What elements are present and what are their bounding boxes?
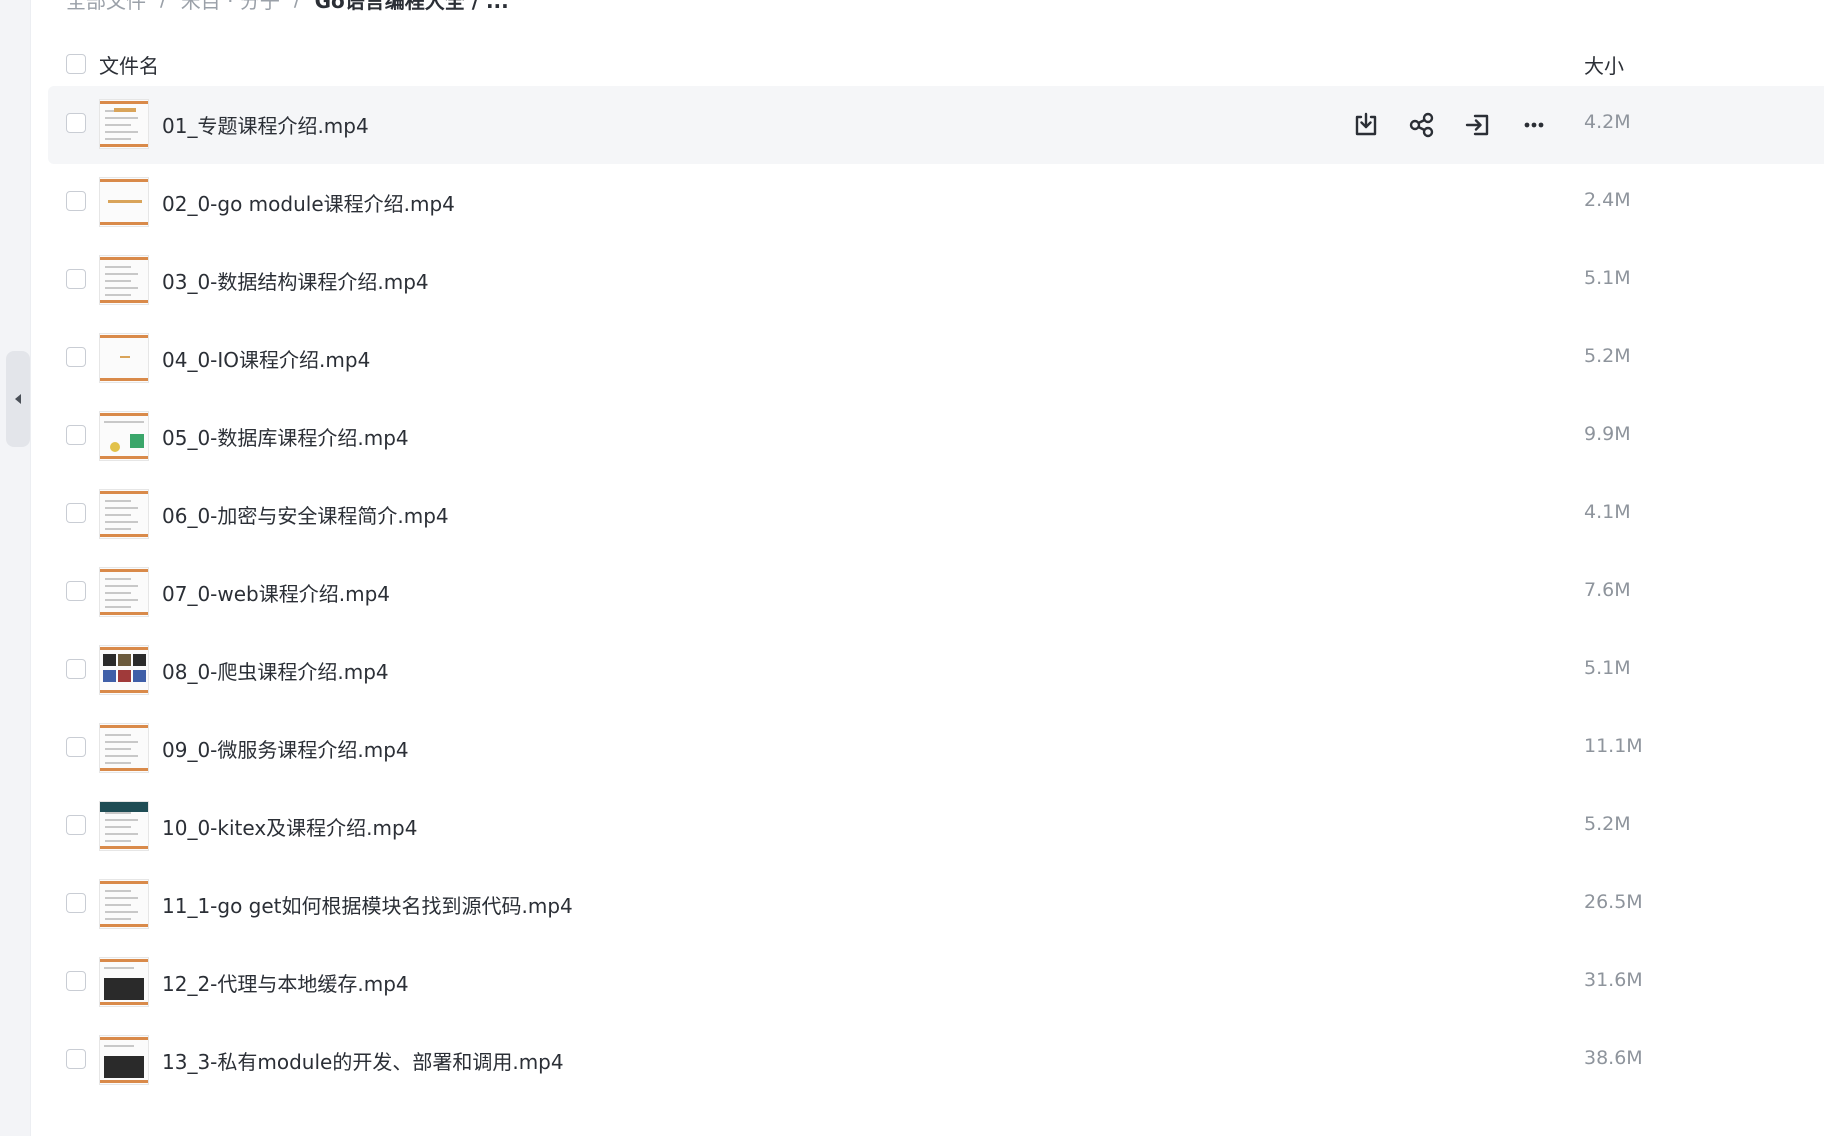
video-thumbnail[interactable]	[99, 411, 149, 461]
file-size: 5.1M	[1584, 657, 1631, 679]
column-header-size[interactable]: 大小	[1584, 50, 1624, 79]
file-row-checkbox[interactable]	[66, 581, 86, 601]
file-size: 31.6M	[1584, 969, 1643, 991]
breadcrumb: 全部文件 / 宋目 · 分子 / Go语言编程大全 / ...	[66, 0, 509, 14]
move-button[interactable]	[1460, 107, 1496, 143]
file-name[interactable]: 06_0-加密与安全课程简介.mp4	[162, 500, 449, 529]
file-row[interactable]: 10_0-kitex及课程介绍.mp4 5.2M	[48, 788, 1824, 866]
file-name[interactable]: 13_3-私有module的开发、部署和调用.mp4	[162, 1046, 564, 1075]
file-row-checkbox[interactable]	[66, 893, 86, 913]
file-size: 5.2M	[1584, 813, 1631, 835]
file-row-checkbox[interactable]	[66, 659, 86, 679]
file-row[interactable]: 06_0-加密与安全课程简介.mp4 4.1M	[48, 476, 1824, 554]
row-actions	[1348, 106, 1552, 144]
file-row[interactable]: 05_0-数据库课程介绍.mp4 9.9M	[48, 398, 1824, 476]
file-row-checkbox[interactable]	[66, 347, 86, 367]
file-row-checkbox[interactable]	[66, 113, 86, 133]
file-name[interactable]: 03_0-数据结构课程介绍.mp4	[162, 266, 429, 295]
caret-left-icon	[15, 394, 21, 404]
video-thumbnail[interactable]	[99, 723, 149, 773]
video-thumbnail[interactable]	[99, 99, 149, 149]
file-row-checkbox[interactable]	[66, 737, 86, 757]
file-name[interactable]: 02_0-go module课程介绍.mp4	[162, 188, 455, 217]
file-size: 7.6M	[1584, 579, 1631, 601]
video-thumbnail[interactable]	[99, 957, 149, 1007]
file-size: 38.6M	[1584, 1047, 1643, 1069]
video-thumbnail[interactable]	[99, 489, 149, 539]
video-thumbnail[interactable]	[99, 879, 149, 929]
file-name[interactable]: 04_0-IO课程介绍.mp4	[162, 344, 370, 373]
download-button[interactable]	[1348, 107, 1384, 143]
file-row[interactable]: 12_2-代理与本地缓存.mp4 31.6M	[48, 944, 1824, 1022]
file-row[interactable]: 04_0-IO课程介绍.mp4 5.2M	[48, 320, 1824, 398]
file-name[interactable]: 12_2-代理与本地缓存.mp4	[162, 968, 409, 997]
breadcrumb-item-root[interactable]: 全部文件	[66, 0, 146, 14]
file-size: 4.1M	[1584, 501, 1631, 523]
file-list-header: 文件名 大小	[48, 38, 1824, 88]
file-size: 11.1M	[1584, 735, 1643, 757]
file-row-checkbox[interactable]	[66, 971, 86, 991]
video-thumbnail[interactable]	[99, 177, 149, 227]
file-row[interactable]: 08_0-爬虫课程介绍.mp4 5.1M	[48, 632, 1824, 710]
file-row-checkbox[interactable]	[66, 1049, 86, 1069]
file-row[interactable]: 02_0-go module课程介绍.mp4 2.4M	[48, 164, 1824, 242]
video-thumbnail[interactable]	[99, 567, 149, 617]
more-button[interactable]	[1516, 107, 1552, 143]
file-size: 4.2M	[1584, 111, 1631, 133]
file-size: 5.2M	[1584, 345, 1631, 367]
column-header-name[interactable]: 文件名	[99, 50, 159, 79]
sidebar-collapse-handle[interactable]	[6, 351, 30, 447]
breadcrumb-separator: /	[160, 0, 167, 11]
video-thumbnail[interactable]	[99, 333, 149, 383]
move-icon	[1464, 111, 1492, 139]
file-row[interactable]: 13_3-私有module的开发、部署和调用.mp4 38.6M	[48, 1022, 1824, 1100]
more-icon	[1520, 111, 1548, 139]
file-name[interactable]: 07_0-web课程介绍.mp4	[162, 578, 390, 607]
breadcrumb-item-current: Go语言编程大全 / ...	[314, 0, 509, 13]
file-row[interactable]: 11_1-go get如何根据模块名找到源代码.mp4 26.5M	[48, 866, 1824, 944]
breadcrumb-item-parent[interactable]: 宋目 · 分子	[181, 0, 280, 14]
file-row[interactable]: 01_专题课程介绍.mp4 4.2M	[48, 86, 1824, 164]
file-list: 01_专题课程介绍.mp4 4.2M 02_0-go module课程介绍.mp4 2…	[48, 86, 1824, 1100]
file-size: 26.5M	[1584, 891, 1643, 913]
file-name[interactable]: 08_0-爬虫课程介绍.mp4	[162, 656, 389, 685]
breadcrumb-separator: /	[294, 0, 301, 11]
left-rail	[0, 0, 31, 1136]
file-name[interactable]: 10_0-kitex及课程介绍.mp4	[162, 812, 417, 841]
video-thumbnail[interactable]	[99, 255, 149, 305]
file-size: 2.4M	[1584, 189, 1631, 211]
file-size: 5.1M	[1584, 267, 1631, 289]
share-icon	[1408, 111, 1436, 139]
file-size: 9.9M	[1584, 423, 1631, 445]
file-row[interactable]: 03_0-数据结构课程介绍.mp4 5.1M	[48, 242, 1824, 320]
video-thumbnail[interactable]	[99, 1035, 149, 1085]
video-thumbnail[interactable]	[99, 801, 149, 851]
file-row-checkbox[interactable]	[66, 269, 86, 289]
file-row[interactable]: 07_0-web课程介绍.mp4 7.6M	[48, 554, 1824, 632]
share-button[interactable]	[1404, 107, 1440, 143]
file-name[interactable]: 11_1-go get如何根据模块名找到源代码.mp4	[162, 890, 573, 919]
file-row[interactable]: 09_0-微服务课程介绍.mp4 11.1M	[48, 710, 1824, 788]
select-all-checkbox[interactable]	[66, 54, 86, 74]
file-name[interactable]: 09_0-微服务课程介绍.mp4	[162, 734, 409, 763]
file-name[interactable]: 05_0-数据库课程介绍.mp4	[162, 422, 409, 451]
video-thumbnail[interactable]	[99, 645, 149, 695]
file-row-checkbox[interactable]	[66, 425, 86, 445]
download-icon	[1352, 111, 1380, 139]
file-row-checkbox[interactable]	[66, 815, 86, 835]
file-row-checkbox[interactable]	[66, 503, 86, 523]
file-row-checkbox[interactable]	[66, 191, 86, 211]
file-name[interactable]: 01_专题课程介绍.mp4	[162, 110, 369, 139]
